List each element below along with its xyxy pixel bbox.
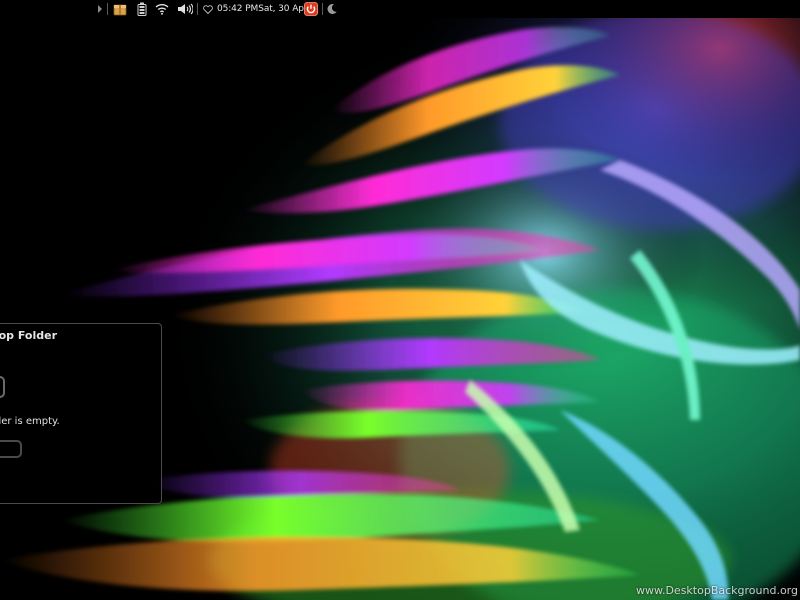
package-updates-icon[interactable]: [111, 0, 129, 18]
folder-icon: [0, 376, 5, 398]
battery-icon[interactable]: [134, 0, 150, 18]
folder-widget-title: ktop Folder: [0, 329, 57, 342]
menu-arrow-icon[interactable]: [96, 0, 104, 18]
panel-separator: [322, 3, 323, 15]
clock-time: 05:42 PM: [217, 4, 259, 14]
top-panel: 05:42 PMSat, 30 Apr: [0, 0, 800, 18]
folder-placeholder-icon: [0, 440, 22, 458]
desktop-wallpaper: [0, 0, 800, 600]
panel-clock[interactable]: 05:42 PMSat, 30 Apr: [217, 0, 308, 18]
desktop-folder-widget[interactable]: ktop Folder older is empty.: [0, 323, 162, 504]
panel-separator: [197, 3, 198, 15]
clock-date: Sat, 30 Apr: [258, 4, 308, 14]
power-icon[interactable]: [303, 0, 319, 18]
moon-icon[interactable]: [325, 0, 339, 18]
folder-empty-message: older is empty.: [0, 416, 60, 427]
watermark-text: www.DesktopBackground.org: [635, 584, 798, 597]
desktop[interactable]: 05:42 PMSat, 30 Apr ktop Folder older is…: [0, 0, 800, 600]
volume-icon[interactable]: [176, 0, 194, 18]
notification-icon[interactable]: [202, 0, 214, 18]
wifi-icon[interactable]: [154, 0, 170, 18]
panel-separator: [107, 3, 108, 15]
